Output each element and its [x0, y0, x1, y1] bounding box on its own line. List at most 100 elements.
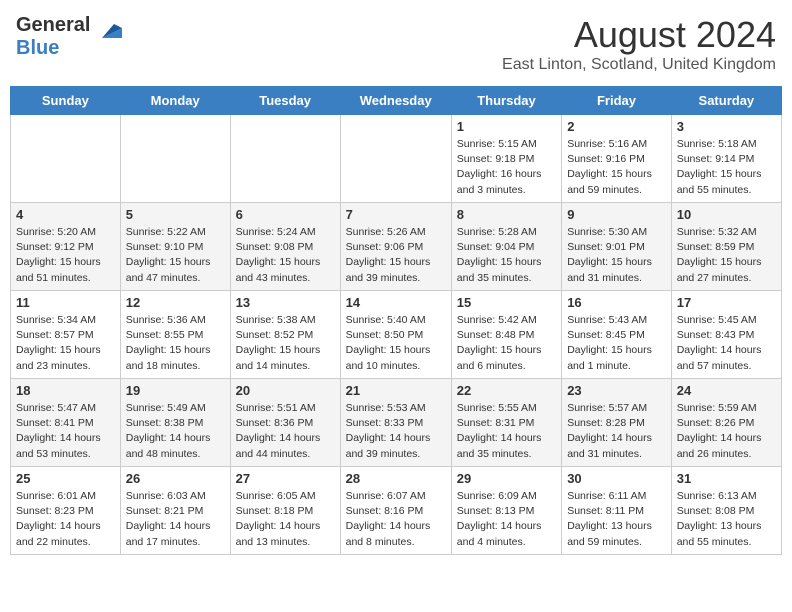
day-number: 8 — [457, 207, 556, 222]
col-header-friday: Friday — [562, 87, 672, 115]
day-info: Sunrise: 5:38 AM Sunset: 8:52 PM Dayligh… — [236, 313, 335, 374]
day-number: 27 — [236, 471, 335, 486]
day-number: 2 — [567, 119, 666, 134]
calendar-cell: 13 Sunrise: 5:38 AM Sunset: 8:52 PM Dayli… — [230, 291, 340, 379]
col-header-monday: Monday — [120, 87, 230, 115]
logo: General Blue — [16, 14, 122, 60]
title-block: August 2024 East Linton, Scotland, Unite… — [502, 14, 776, 74]
day-number: 25 — [16, 471, 115, 486]
day-number: 26 — [126, 471, 225, 486]
day-number: 17 — [677, 295, 776, 310]
calendar-cell: 16 Sunrise: 5:43 AM Sunset: 8:45 PM Dayli… — [562, 291, 672, 379]
calendar-cell: 1 Sunrise: 5:15 AM Sunset: 9:18 PM Daylig… — [451, 115, 561, 203]
day-info: Sunrise: 5:45 AM Sunset: 8:43 PM Dayligh… — [677, 313, 776, 374]
day-info: Sunrise: 5:51 AM Sunset: 8:36 PM Dayligh… — [236, 401, 335, 462]
calendar-week-1: 1 Sunrise: 5:15 AM Sunset: 9:18 PM Daylig… — [11, 115, 782, 203]
day-info: Sunrise: 5:16 AM Sunset: 9:16 PM Dayligh… — [567, 137, 666, 198]
day-number: 30 — [567, 471, 666, 486]
day-info: Sunrise: 6:11 AM Sunset: 8:11 PM Dayligh… — [567, 489, 666, 550]
page-header: General Blue August 2024 East Linton, Sc… — [10, 10, 782, 78]
calendar-cell: 2 Sunrise: 5:16 AM Sunset: 9:16 PM Daylig… — [562, 115, 672, 203]
day-number: 1 — [457, 119, 556, 134]
calendar-cell: 20Sunrise: 5:51 AM Sunset: 8:36 PM Dayli… — [230, 379, 340, 467]
day-info: Sunrise: 5:49 AM Sunset: 8:38 PM Dayligh… — [126, 401, 225, 462]
day-info: Sunrise: 5:57 AM Sunset: 8:28 PM Dayligh… — [567, 401, 666, 462]
calendar-cell: 28 Sunrise: 6:07 AM Sunset: 8:16 PM Dayli… — [340, 467, 451, 555]
calendar-cell: 6 Sunrise: 5:24 AM Sunset: 9:08 PM Daylig… — [230, 203, 340, 291]
calendar-cell: 11Sunrise: 5:34 AM Sunset: 8:57 PM Dayli… — [11, 291, 121, 379]
day-info: Sunrise: 5:59 AM Sunset: 8:26 PM Dayligh… — [677, 401, 776, 462]
calendar-cell: 26 Sunrise: 6:03 AM Sunset: 8:21 PM Dayli… — [120, 467, 230, 555]
month-title: August 2024 — [502, 14, 776, 56]
calendar-cell: 12 Sunrise: 5:36 AM Sunset: 8:55 PM Dayli… — [120, 291, 230, 379]
col-header-wednesday: Wednesday — [340, 87, 451, 115]
calendar-week-2: 4 Sunrise: 5:20 AM Sunset: 9:12 PM Daylig… — [11, 203, 782, 291]
day-number: 5 — [126, 207, 225, 222]
calendar-cell — [230, 115, 340, 203]
calendar-cell — [120, 115, 230, 203]
day-number: 13 — [236, 295, 335, 310]
day-info: Sunrise: 5:15 AM Sunset: 9:18 PM Dayligh… — [457, 137, 556, 198]
day-info: Sunrise: 5:34 AM Sunset: 8:57 PM Dayligh… — [16, 313, 115, 374]
day-info: Sunrise: 5:55 AM Sunset: 8:31 PM Dayligh… — [457, 401, 556, 462]
calendar-cell: 29Sunrise: 6:09 AM Sunset: 8:13 PM Dayli… — [451, 467, 561, 555]
calendar-cell: 23 Sunrise: 5:57 AM Sunset: 8:28 PM Dayli… — [562, 379, 672, 467]
day-info: Sunrise: 5:43 AM Sunset: 8:45 PM Dayligh… — [567, 313, 666, 374]
day-info: Sunrise: 6:03 AM Sunset: 8:21 PM Dayligh… — [126, 489, 225, 550]
day-info: Sunrise: 6:13 AM Sunset: 8:08 PM Dayligh… — [677, 489, 776, 550]
calendar-cell: 7 Sunrise: 5:26 AM Sunset: 9:06 PM Daylig… — [340, 203, 451, 291]
calendar-cell: 24Sunrise: 5:59 AM Sunset: 8:26 PM Dayli… — [671, 379, 781, 467]
day-number: 18 — [16, 383, 115, 398]
calendar-cell: 31 Sunrise: 6:13 AM Sunset: 8:08 PM Dayli… — [671, 467, 781, 555]
day-number: 31 — [677, 471, 776, 486]
calendar-cell: 17 Sunrise: 5:45 AM Sunset: 8:43 PM Dayli… — [671, 291, 781, 379]
day-info: Sunrise: 5:40 AM Sunset: 8:50 PM Dayligh… — [346, 313, 446, 374]
calendar-cell: 4 Sunrise: 5:20 AM Sunset: 9:12 PM Daylig… — [11, 203, 121, 291]
day-info: Sunrise: 5:24 AM Sunset: 9:08 PM Dayligh… — [236, 225, 335, 286]
calendar-cell: 18 Sunrise: 5:47 AM Sunset: 8:41 PM Dayli… — [11, 379, 121, 467]
calendar-cell: 25 Sunrise: 6:01 AM Sunset: 8:23 PM Dayli… — [11, 467, 121, 555]
day-number: 14 — [346, 295, 446, 310]
day-number: 22 — [457, 383, 556, 398]
calendar-header-row: SundayMondayTuesdayWednesdayThursdayFrid… — [11, 87, 782, 115]
calendar-cell: 14 Sunrise: 5:40 AM Sunset: 8:50 PM Dayli… — [340, 291, 451, 379]
day-number: 4 — [16, 207, 115, 222]
calendar-cell: 19 Sunrise: 5:49 AM Sunset: 8:38 PM Dayli… — [120, 379, 230, 467]
day-number: 7 — [346, 207, 446, 222]
calendar-week-5: 25 Sunrise: 6:01 AM Sunset: 8:23 PM Dayli… — [11, 467, 782, 555]
logo-text: General Blue — [16, 14, 90, 60]
day-number: 19 — [126, 383, 225, 398]
day-number: 21 — [346, 383, 446, 398]
calendar-cell: 9Sunrise: 5:30 AM Sunset: 9:01 PM Daylig… — [562, 203, 672, 291]
calendar-cell: 15Sunrise: 5:42 AM Sunset: 8:48 PM Dayli… — [451, 291, 561, 379]
col-header-thursday: Thursday — [451, 87, 561, 115]
logo-general: General — [16, 14, 90, 36]
calendar-cell — [340, 115, 451, 203]
day-info: Sunrise: 5:20 AM Sunset: 9:12 PM Dayligh… — [16, 225, 115, 286]
day-info: Sunrise: 6:01 AM Sunset: 8:23 PM Dayligh… — [16, 489, 115, 550]
day-info: Sunrise: 5:18 AM Sunset: 9:14 PM Dayligh… — [677, 137, 776, 198]
day-number: 12 — [126, 295, 225, 310]
col-header-sunday: Sunday — [11, 87, 121, 115]
calendar-cell: 21 Sunrise: 5:53 AM Sunset: 8:33 PM Dayli… — [340, 379, 451, 467]
day-number: 6 — [236, 207, 335, 222]
col-header-saturday: Saturday — [671, 87, 781, 115]
calendar-cell: 22 Sunrise: 5:55 AM Sunset: 8:31 PM Dayli… — [451, 379, 561, 467]
calendar-cell: 30 Sunrise: 6:11 AM Sunset: 8:11 PM Dayli… — [562, 467, 672, 555]
calendar-week-4: 18 Sunrise: 5:47 AM Sunset: 8:41 PM Dayli… — [11, 379, 782, 467]
location-title: East Linton, Scotland, United Kingdom — [502, 56, 776, 74]
calendar-cell: 8Sunrise: 5:28 AM Sunset: 9:04 PM Daylig… — [451, 203, 561, 291]
calendar-cell: 5Sunrise: 5:22 AM Sunset: 9:10 PM Daylig… — [120, 203, 230, 291]
day-number: 16 — [567, 295, 666, 310]
day-info: Sunrise: 5:30 AM Sunset: 9:01 PM Dayligh… — [567, 225, 666, 286]
day-info: Sunrise: 5:47 AM Sunset: 8:41 PM Dayligh… — [16, 401, 115, 462]
day-number: 10 — [677, 207, 776, 222]
day-info: Sunrise: 5:26 AM Sunset: 9:06 PM Dayligh… — [346, 225, 446, 286]
day-number: 23 — [567, 383, 666, 398]
day-info: Sunrise: 5:53 AM Sunset: 8:33 PM Dayligh… — [346, 401, 446, 462]
day-info: Sunrise: 6:07 AM Sunset: 8:16 PM Dayligh… — [346, 489, 446, 550]
day-info: Sunrise: 5:36 AM Sunset: 8:55 PM Dayligh… — [126, 313, 225, 374]
day-number: 28 — [346, 471, 446, 486]
calendar-cell: 27 Sunrise: 6:05 AM Sunset: 8:18 PM Dayli… — [230, 467, 340, 555]
day-info: Sunrise: 6:05 AM Sunset: 8:18 PM Dayligh… — [236, 489, 335, 550]
